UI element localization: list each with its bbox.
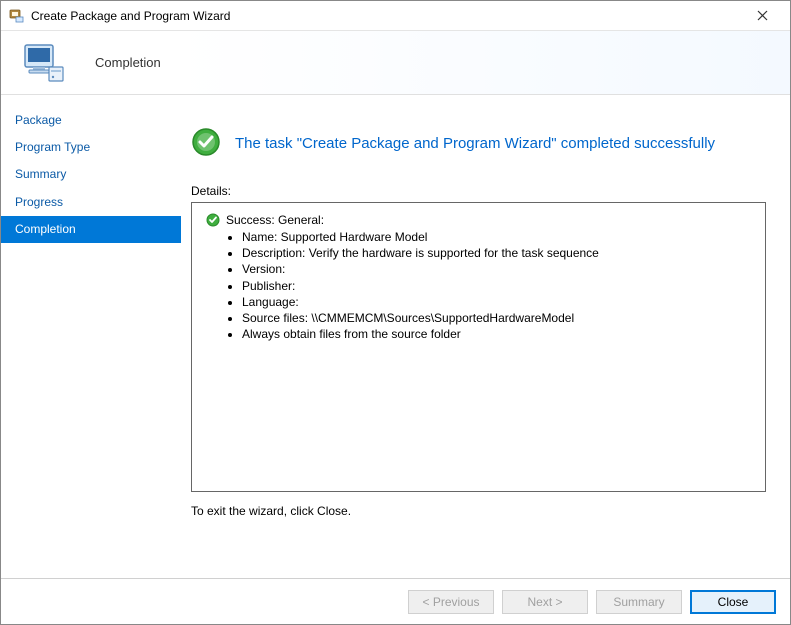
sidebar-item-package[interactable]: Package — [1, 107, 181, 134]
banner-title: Completion — [95, 55, 161, 70]
sidebar-item-completion[interactable]: Completion — [1, 216, 181, 243]
next-button: Next > — [502, 590, 588, 614]
details-item: Always obtain files from the source fold… — [242, 326, 751, 342]
success-check-small-icon — [206, 213, 220, 227]
wizard-main: The task "Create Package and Program Wiz… — [181, 95, 790, 578]
details-list: Name: Supported Hardware Model Descripti… — [242, 229, 751, 342]
close-button[interactable]: Close — [690, 590, 776, 614]
wizard-sidebar: Package Program Type Summary Progress Co… — [1, 95, 181, 578]
exit-note: To exit the wizard, click Close. — [191, 504, 766, 518]
success-check-icon — [191, 127, 221, 160]
success-message: The task "Create Package and Program Wiz… — [235, 135, 715, 152]
success-banner: The task "Create Package and Program Wiz… — [191, 127, 766, 160]
summary-button: Summary — [596, 590, 682, 614]
details-label: Details: — [191, 184, 766, 198]
details-item: Publisher: — [242, 278, 751, 294]
details-box: Success: General: Name: Supported Hardwa… — [191, 202, 766, 492]
window-title: Create Package and Program Wizard — [31, 9, 230, 23]
details-header: Success: General: — [206, 213, 751, 227]
details-item: Description: Verify the hardware is supp… — [242, 245, 751, 261]
sidebar-item-program-type[interactable]: Program Type — [1, 134, 181, 161]
wizard-footer: < Previous Next > Summary Close — [1, 578, 790, 624]
details-item: Source files: \\CMMEMCM\Sources\Supporte… — [242, 310, 751, 326]
wizard-banner: Completion — [1, 31, 790, 95]
sidebar-item-progress[interactable]: Progress — [1, 189, 181, 216]
details-item: Version: — [242, 261, 751, 277]
app-icon — [9, 8, 25, 24]
previous-button: < Previous — [408, 590, 494, 614]
details-item: Language: — [242, 294, 751, 310]
wizard-body: Package Program Type Summary Progress Co… — [1, 95, 790, 578]
computer-icon — [19, 39, 67, 87]
details-item: Name: Supported Hardware Model — [242, 229, 751, 245]
close-icon[interactable] — [742, 1, 782, 31]
details-header-text: Success: General: — [226, 213, 324, 227]
titlebar: Create Package and Program Wizard — [1, 1, 790, 31]
sidebar-item-summary[interactable]: Summary — [1, 161, 181, 188]
